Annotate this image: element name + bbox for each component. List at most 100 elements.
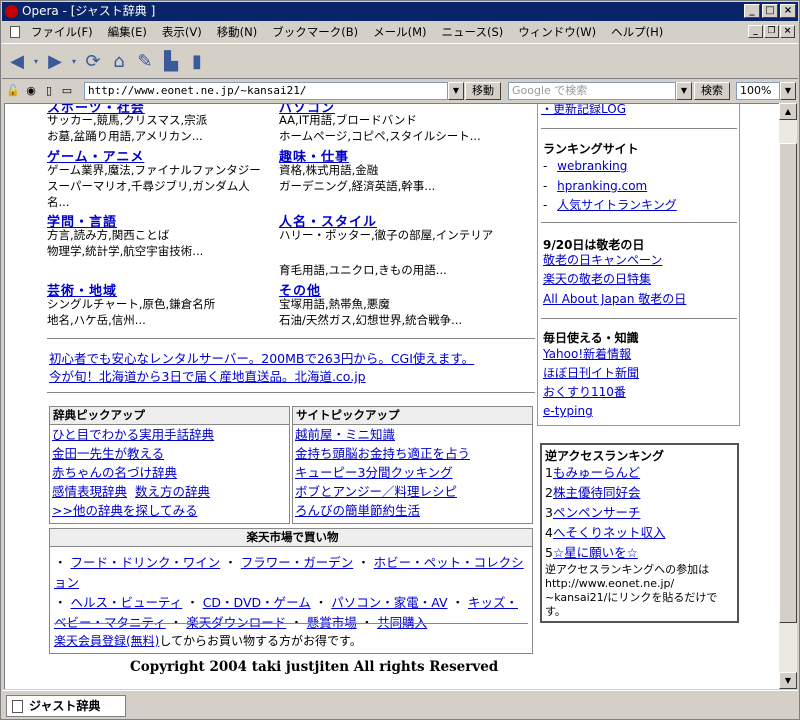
note-line: 逆アクセスランキングへの参加は (545, 563, 710, 576)
category-sports-sub-2: お墓,盆踊り用語,アメリカン... (47, 129, 203, 143)
page-icon (12, 700, 23, 713)
search-dropdown[interactable]: ▼ (676, 82, 692, 100)
doc-minimize-button[interactable]: _ (748, 25, 763, 38)
menu-news[interactable]: ニュース(S) (435, 24, 512, 40)
close-button[interactable]: × (780, 4, 796, 18)
go-button[interactable]: 移動 (465, 82, 501, 100)
category-academic-sub-1: 方言,読み方,関西ことば (47, 228, 170, 242)
rank-link[interactable]: もみゅーらんど (553, 465, 640, 480)
note-line: す。 (545, 605, 566, 618)
security-lock-icon[interactable]: 🔓 (6, 84, 20, 98)
back-icon[interactable]: ◀ (6, 50, 28, 72)
category-computer-sub-2: ホームページ,コピペ,スタイルシート... (279, 129, 481, 143)
site-pickup-link[interactable]: 越前屋・ミニ知識 (293, 425, 532, 444)
new-page-icon[interactable]: ▮ (186, 50, 208, 72)
rakuten-links: ・ フード・ドリンク・ワイン ・ フラワー・ガーデン ・ ホビー・ペット・コレク… (54, 555, 524, 630)
category-game-sub-2: スーパーマリオ,千尋ジブリ,ガンダム人 (47, 179, 250, 193)
hotlist-icon[interactable]: ✎ (134, 50, 156, 72)
dict-pickup-link[interactable]: 感情表現辞典 (50, 482, 127, 501)
zoom-dropdown[interactable]: ▼ (780, 82, 796, 100)
menu-window[interactable]: ウィンドウ(W) (511, 24, 604, 40)
rakuten-link[interactable]: フラワー・ガーデン (241, 555, 354, 570)
forward-dropdown-icon[interactable]: ▾ (70, 50, 78, 72)
rakuten-member-text: してからお買い物する方がお得です。 (159, 634, 362, 648)
menu-bookmarks[interactable]: ブックマーク(B) (265, 24, 366, 40)
site-pickup-link[interactable]: ボブとアンジー／料理レシピ (293, 482, 532, 501)
page-icon[interactable]: ▯ (42, 84, 56, 98)
reload-icon[interactable]: ⟳ (82, 50, 104, 72)
category-hobby-sub-2: ガーデニング,経済英語,幹事... (279, 179, 436, 193)
reverse-ranking-note: 逆アクセスランキングへの参加は http://www.eonet.ne.jp/ … (545, 563, 717, 619)
category-other-sub-1: 宝塚用語,熱帯魚,悪魔 (279, 297, 390, 311)
site-pickup-link[interactable]: 金持ち頭脳お金持ち適正を占う (293, 444, 532, 463)
dict-pickup-box: 辞典ピックアップ ひと目でわかる実用手話辞典 金田一先生が教える 赤ちゃんの名づ… (49, 406, 290, 524)
rakuten-link[interactable]: CD・DVD・ゲーム (203, 595, 311, 610)
status-bar: ジャスト辞典 (2, 690, 798, 720)
category-art-sub-2: 地名,ハケ岳,信州... (47, 313, 146, 327)
rank-number: 2 (545, 485, 553, 500)
menu-view[interactable]: 表示(V) (155, 24, 210, 40)
page-tab[interactable]: ジャスト辞典 (6, 695, 126, 717)
minimize-button[interactable]: _ (744, 4, 760, 18)
dict-pickup-title: 辞典ピックアップ (50, 407, 289, 425)
menu-navigation[interactable]: 移動(N) (210, 24, 266, 40)
print-icon[interactable]: ▙ (160, 50, 182, 72)
site-pickup-link[interactable]: キューピー3分間クッキング (293, 463, 532, 482)
divider (47, 338, 535, 339)
ad-link-hokkaido[interactable]: 今が旬！北海道から3日で届く産地直送品。北海道.co.jp (49, 366, 366, 385)
camera-icon[interactable]: ◉ (24, 84, 38, 98)
rakuten-link[interactable]: ヘルス・ビューティ (70, 595, 182, 610)
rank-link[interactable]: ペンペンサーチ (553, 505, 641, 520)
menu-edit[interactable]: 編集(E) (101, 24, 155, 40)
rakuten-link[interactable]: パソコン・家電・AV (331, 595, 447, 610)
search-button[interactable]: 検索 (694, 82, 730, 100)
back-dropdown-icon[interactable]: ▾ (32, 50, 40, 72)
more-dictionaries-link[interactable]: >>他の辞典を探してみる (50, 501, 289, 520)
rank-link[interactable]: 株主優待同好会 (553, 485, 641, 500)
zoom-select[interactable]: 100% (736, 82, 780, 100)
scroll-up-icon[interactable]: ▲ (779, 103, 797, 120)
copy-page-icon[interactable]: ▭ (60, 84, 74, 98)
rakuten-title: 楽天市場で買い物 (50, 529, 532, 547)
rank-link[interactable]: ☆星に願いを☆ (553, 545, 638, 560)
note-line: http://www.eonet.ne.jp/ (545, 577, 675, 590)
right-column-box (537, 104, 740, 426)
menu-help[interactable]: ヘルプ(H) (604, 24, 671, 40)
category-people-sub-3: 育毛用語,ユニクロ,きもの用語... (279, 263, 447, 277)
site-pickup-link[interactable]: ろんびの簡単節約生活 (293, 501, 532, 520)
dict-pickup-link[interactable]: 金田一先生が教える (50, 444, 289, 463)
menu-file[interactable]: ファイル(F) (24, 24, 101, 40)
dict-pickup-link[interactable]: 数え方の辞典 (127, 482, 210, 501)
search-input[interactable]: Google で検索 (508, 82, 676, 100)
page-viewport: スポーツ・社会 サッカー,競馬,クリスマス,宗派 お墓,盆踊り用語,アメリカン.… (4, 103, 779, 689)
scroll-down-icon[interactable]: ▼ (779, 672, 797, 689)
page-menu-icon[interactable] (10, 26, 20, 38)
home-icon[interactable]: ⌂ (108, 50, 130, 72)
rakuten-link[interactable]: フード・ドリンク・ワイン (70, 555, 220, 570)
doc-close-button[interactable]: × (780, 25, 795, 38)
rakuten-member-link[interactable]: 楽天会員登録(無料) (54, 634, 159, 648)
rakuten-box: 楽天市場で買い物 ・ フード・ドリンク・ワイン ・ フラワー・ガーデン ・ ホビ… (49, 528, 533, 654)
scroll-thumb[interactable] (779, 143, 797, 623)
doc-restore-button[interactable]: ❐ (764, 25, 779, 38)
forward-icon[interactable]: ▶ (44, 50, 66, 72)
menu-mail[interactable]: メール(M) (366, 24, 434, 40)
address-input[interactable]: http://www.eonet.ne.jp/~kansai21/ (84, 82, 448, 100)
rank-number: 5 (545, 545, 553, 560)
ad-link-server[interactable]: 初心者でも安心なレンタルサーバー。200MBで263円から。CGI使えます。 (49, 348, 474, 367)
rank-link[interactable]: へそくりネット収入 (553, 525, 666, 540)
category-sports-sub-1: サッカー,競馬,クリスマス,宗派 (47, 113, 208, 127)
address-toolbar: 🔓 ◉ ▯ ▭ http://www.eonet.ne.jp/~kansai21… (2, 80, 798, 102)
category-art-sub-1: シングルチャート,原色,鎌倉名所 (47, 297, 216, 311)
reverse-ranking-box: 逆アクセスランキング 1もみゅーらんど 2株主優待同好会 3ペンペンサーチ 4へ… (540, 443, 739, 623)
site-pickup-box: サイトピックアップ 越前屋・ミニ知識 金持ち頭脳お金持ち適正を占う キューピー3… (292, 406, 533, 524)
window-title: Opera - [ジャスト辞典 ] (22, 4, 156, 18)
rakuten-member-line: 楽天会員登録(無料)してからお買い物する方がお得です。 (54, 632, 362, 649)
navigation-toolbar: ◀ ▾ ▶ ▾ ⟳ ⌂ ✎ ▙ ▮ (2, 43, 798, 79)
dict-pickup-link[interactable]: ひと目でわかる実用手話辞典 (50, 425, 289, 444)
vertical-scrollbar[interactable]: ▲ ▼ (779, 103, 797, 689)
dict-pickup-link[interactable]: 赤ちゃんの名づけ辞典 (50, 463, 289, 482)
maximize-button[interactable]: □ (762, 4, 778, 18)
address-dropdown[interactable]: ▼ (448, 82, 464, 100)
menu-bar: ファイル(F) 編集(E) 表示(V) 移動(N) ブックマーク(B) メール(… (2, 22, 798, 42)
